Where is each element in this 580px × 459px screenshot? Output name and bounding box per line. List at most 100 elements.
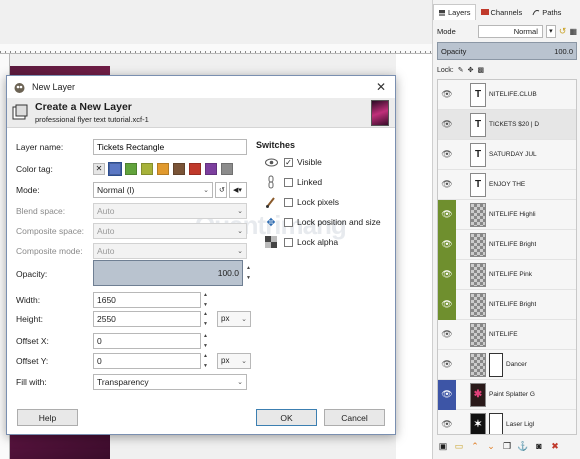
mask-icon[interactable]: ◙: [533, 441, 545, 451]
canvas-area[interactable]: [396, 54, 432, 459]
layer-opacity-slider[interactable]: Opacity 100.0: [437, 42, 577, 60]
new-group-icon[interactable]: ▭: [453, 441, 465, 452]
horizontal-ruler[interactable]: [0, 44, 432, 54]
layer-row[interactable]: 👁 NITELIFE Highli: [438, 199, 576, 230]
composite-icon[interactable]: ◀▾: [229, 181, 247, 198]
switch-lock-position[interactable]: ✥ Lock position and size: [264, 214, 389, 230]
color-tag-swatch[interactable]: [157, 162, 169, 175]
layer-name-row: Layer name:: [16, 138, 252, 155]
layer-row[interactable]: 👁 NITELIFE Bright: [438, 289, 576, 320]
new-layer-icon[interactable]: ▣: [437, 441, 449, 452]
layer-name-input[interactable]: [93, 138, 247, 155]
brush-icon[interactable]: ✎: [458, 66, 464, 74]
color-tag-swatch[interactable]: [205, 162, 217, 175]
color-tag-swatch[interactable]: [221, 162, 233, 175]
composite-mode-select[interactable]: Auto ⌄: [93, 242, 247, 259]
color-tag-swatch[interactable]: [141, 162, 153, 175]
move-icon[interactable]: ✥: [468, 66, 474, 74]
color-tag-none[interactable]: ✕: [93, 162, 105, 175]
color-tag-swatch[interactable]: [125, 162, 137, 175]
eye-icon[interactable]: 👁: [438, 170, 456, 200]
offset-x-row: Offset X: 0 ▲ ▼: [16, 332, 252, 349]
offset-unit-select[interactable]: px ⌄: [217, 352, 251, 369]
eye-icon[interactable]: 👁: [438, 110, 456, 140]
eye-icon[interactable]: 👁: [438, 199, 456, 230]
width-input[interactable]: 1650: [93, 291, 201, 308]
opacity-spinner[interactable]: ▲ ▼: [246, 265, 254, 281]
ok-button[interactable]: OK: [256, 409, 317, 426]
help-button[interactable]: Help: [17, 409, 78, 426]
layer-row[interactable]: 👁 T ENJOY THE: [438, 170, 576, 200]
offset-x-input[interactable]: 0: [93, 332, 201, 349]
switch-visible[interactable]: ✓ Visible: [264, 154, 389, 170]
height-input[interactable]: 2550: [93, 310, 201, 327]
visible-checkbox[interactable]: ✓: [284, 157, 293, 167]
layer-name: NITELIFE Bright: [489, 241, 537, 248]
switch-label: Lock pixels: [297, 197, 340, 207]
layer-row[interactable]: 👁 ✱ Paint Splatter G: [438, 379, 576, 410]
switch-lock-pixels[interactable]: Lock pixels: [264, 194, 389, 210]
size-unit-select[interactable]: px ⌄: [217, 310, 251, 327]
cancel-button[interactable]: Cancel: [324, 409, 385, 426]
lock-position-checkbox[interactable]: [284, 217, 293, 227]
layer-name: TICKETS $20 | D: [489, 121, 540, 128]
duplicate-icon[interactable]: ❐: [501, 441, 513, 452]
chevron-down-icon[interactable]: ▾: [545, 24, 556, 38]
reset-mode-icon[interactable]: ↺: [215, 181, 227, 198]
layer-name: NITELIFE.CLUB: [489, 91, 537, 98]
anchor-icon[interactable]: ⚓: [517, 441, 529, 452]
lock-pixels-checkbox[interactable]: [284, 197, 293, 207]
eye-icon[interactable]: 👁: [438, 80, 456, 110]
layer-row[interactable]: 👁 Dancer: [438, 350, 576, 380]
switch-linked[interactable]: Linked: [264, 174, 389, 190]
layer-row[interactable]: 👁 T SATURDAY JUL: [438, 140, 576, 170]
height-spinner[interactable]: ▲ ▼: [203, 311, 211, 327]
composite-space-select[interactable]: Auto ⌄: [93, 222, 247, 239]
eye-icon[interactable]: 👁: [438, 229, 456, 260]
fill-select[interactable]: Transparency ⌄: [93, 373, 247, 390]
new-layer-dialog: New Layer ✕ Create a New Layer professio…: [6, 75, 396, 435]
eye-icon[interactable]: 👁: [438, 350, 456, 380]
layer-mode-select[interactable]: Normal: [478, 24, 543, 38]
opacity-slider[interactable]: 100.0: [93, 260, 243, 286]
lock-alpha-checkbox[interactable]: [284, 237, 293, 247]
layer-row[interactable]: 👁 NITELIFE: [438, 320, 576, 350]
layer-row[interactable]: 👁 NITELIFE Bright: [438, 229, 576, 260]
eye-icon[interactable]: 👁: [438, 379, 456, 410]
tab-channels[interactable]: Channels: [476, 4, 528, 20]
tab-layers[interactable]: Layers: [433, 4, 476, 20]
linked-checkbox[interactable]: [284, 177, 293, 187]
offset-x-spinner[interactable]: ▲ ▼: [203, 333, 211, 349]
raise-icon[interactable]: ⌃: [469, 441, 481, 452]
offset-y-spinner[interactable]: ▲ ▼: [203, 353, 211, 369]
offset-y-input[interactable]: 0: [93, 352, 201, 369]
color-tag-swatch[interactable]: [189, 162, 201, 175]
switch-lock-alpha[interactable]: Lock alpha: [264, 234, 389, 250]
eye-icon[interactable]: 👁: [438, 410, 456, 435]
color-tag-swatch[interactable]: [173, 162, 185, 175]
layer-row[interactable]: 👁 T NITELIFE.CLUB: [438, 80, 576, 110]
width-spinner[interactable]: ▲ ▼: [203, 292, 211, 308]
delete-icon[interactable]: ✖: [549, 441, 561, 452]
color-tag-swatch[interactable]: [108, 161, 122, 176]
layer-row[interactable]: 👁 T TICKETS $20 | D: [438, 110, 576, 140]
eye-icon[interactable]: 👁: [438, 140, 456, 170]
eye-icon[interactable]: 👁: [438, 289, 456, 320]
close-icon[interactable]: ✕: [373, 80, 389, 94]
eye-icon[interactable]: 👁: [438, 259, 456, 290]
blend-space-select[interactable]: Auto ⌄: [93, 202, 247, 219]
layer-row[interactable]: 👁 ✶ Laser Ligl: [438, 410, 576, 435]
eye-icon[interactable]: 👁: [438, 320, 456, 350]
composite-icon[interactable]: ▦: [569, 27, 577, 36]
layer-row[interactable]: 👁 NITELIFE Pink: [438, 259, 576, 290]
checker-icon[interactable]: ▩: [477, 66, 484, 74]
reset-mode-icon[interactable]: ↺: [559, 26, 567, 37]
new-layer-icon: [11, 104, 29, 122]
tab-paths[interactable]: Paths: [527, 4, 566, 20]
layer-name: Laser Ligl: [506, 421, 535, 428]
lower-icon[interactable]: ⌄: [485, 441, 497, 452]
mode-row: Mode: Normal (l) ⌄ ↺ ◀▾: [16, 181, 252, 198]
layer-thumbnail: [470, 322, 486, 347]
dialog-titlebar[interactable]: New Layer ✕: [7, 76, 395, 98]
mode-select[interactable]: Normal (l) ⌄: [93, 181, 213, 198]
